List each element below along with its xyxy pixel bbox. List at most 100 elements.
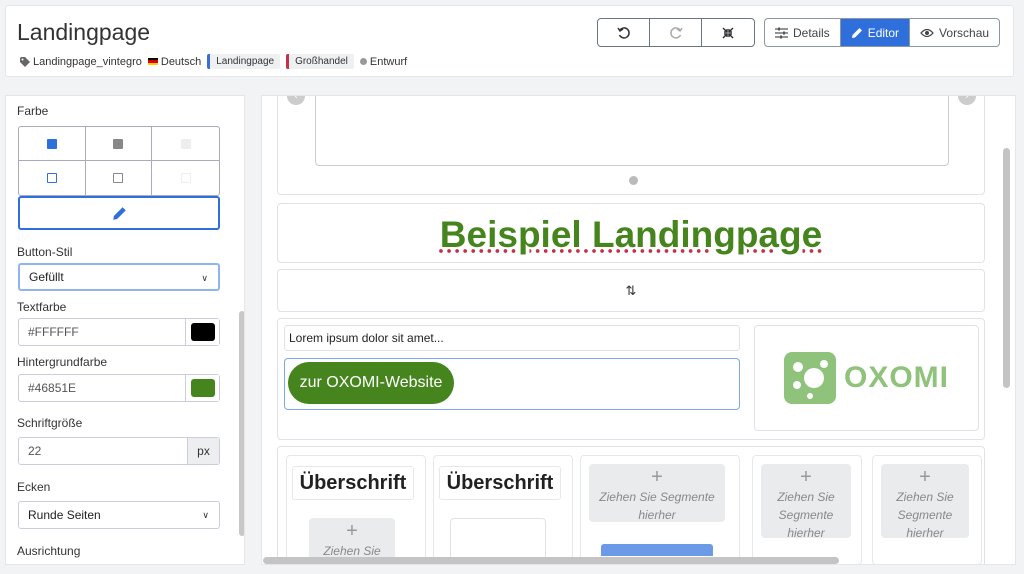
pencil-icon xyxy=(851,27,862,38)
pencil-icon xyxy=(112,206,126,220)
cta-button[interactable]: zur OXOMI-Website xyxy=(288,362,454,404)
editor-label: Editor xyxy=(867,25,900,40)
bg-color-swatch[interactable] xyxy=(185,375,219,401)
undo-icon xyxy=(616,26,630,39)
project-tag-label: Landingpage_vintegro xyxy=(33,55,142,68)
corners-label: Ecken xyxy=(17,480,51,494)
button-segment[interactable]: zur OXOMI-Website xyxy=(284,358,740,410)
swatch-gray-outline[interactable] xyxy=(86,161,153,195)
plus-icon: + xyxy=(919,466,931,488)
alignment-control[interactable] xyxy=(18,564,220,565)
button-style-select[interactable]: Gefüllt ∨ xyxy=(18,263,220,291)
swatch-gray-filled[interactable] xyxy=(85,127,153,161)
color-palette xyxy=(18,126,220,196)
font-size-unit: px xyxy=(187,438,219,464)
collapse-icon xyxy=(722,26,734,39)
chevron-down-icon: ∨ xyxy=(202,510,209,520)
canvas-horizontal-scrollbar[interactable] xyxy=(263,557,839,564)
fullscreen-button[interactable] xyxy=(702,19,754,46)
carousel-block[interactable]: ‹ › xyxy=(277,96,985,195)
editor-canvas: ‹ › Beispiel Landingpage ⇅ Lorem ipsum d… xyxy=(261,95,1016,565)
column-3-button-segment[interactable] xyxy=(601,544,713,556)
columns-block[interactable]: Überschrift + Ziehen Sie Überschrift + Z… xyxy=(277,446,985,564)
plus-icon: + xyxy=(346,520,358,542)
status-dot-icon xyxy=(359,58,367,65)
corners-value: Runde Seiten xyxy=(28,508,101,522)
tag-pill-grosshandel[interactable]: Großhandel xyxy=(286,54,354,69)
font-size-value: 22 xyxy=(28,444,42,458)
page-header: Landingpage Landingpage_vintegro Deutsch… xyxy=(5,5,1014,77)
image-segment[interactable]: OXOMI xyxy=(754,325,979,431)
details-label: Details xyxy=(793,25,830,40)
column-1-title[interactable]: Überschrift xyxy=(292,466,414,500)
swatch-light-filled[interactable] xyxy=(152,127,219,161)
text-color-value: #FFFFFF xyxy=(28,325,79,339)
text-color-swatch[interactable] xyxy=(185,319,219,345)
swatch-blue-filled[interactable] xyxy=(19,127,86,161)
tag-icon xyxy=(20,56,30,67)
headline-text: Beispiel Landingpage xyxy=(278,214,984,256)
content-row-block[interactable]: Lorem ipsum dolor sit amet... zur OXOMI-… xyxy=(277,318,985,440)
button-style-value: Gefüllt xyxy=(29,270,64,284)
undo-button[interactable] xyxy=(598,19,650,46)
plus-icon: + xyxy=(651,466,663,488)
alignment-label: Ausrichtung xyxy=(17,544,81,558)
language-tag[interactable]: Deutsch xyxy=(147,55,202,68)
page-title: Landingpage xyxy=(17,19,151,45)
sliders-icon xyxy=(775,27,788,38)
logo-text: OXOMI xyxy=(843,361,949,394)
project-tag[interactable]: Landingpage_vintegro xyxy=(20,56,142,68)
color-label: Farbe xyxy=(17,104,49,118)
swatch-light-outline[interactable] xyxy=(152,161,219,195)
history-toolbar xyxy=(597,18,755,47)
properties-sidebar: Farbe Button-Stil Gefüllt ∨ Textfarbe #F… xyxy=(5,95,245,565)
german-flag-icon xyxy=(147,58,158,65)
custom-color-button[interactable] xyxy=(18,196,220,230)
oxomi-logo-icon xyxy=(783,352,836,404)
column-4[interactable]: + Ziehen Sie Segmente hierher xyxy=(752,455,862,564)
font-size-input[interactable]: 22 px xyxy=(18,437,220,465)
bg-color-label: Hintergrundfarbe xyxy=(17,355,108,369)
column-5-dropzone[interactable]: + Ziehen Sie Segmente hierher xyxy=(881,464,969,540)
font-size-label: Schriftgröße xyxy=(17,416,83,430)
text-color-label: Textfarbe xyxy=(17,300,67,314)
chevron-down-icon: ∨ xyxy=(201,273,208,283)
page-meta: Landingpage_vintegro Deutsch Landingpage… xyxy=(20,54,407,69)
swatch-blue-outline[interactable] xyxy=(19,161,86,195)
text-segment[interactable]: Lorem ipsum dolor sit amet... xyxy=(284,325,740,351)
text-color-input[interactable]: #FFFFFF xyxy=(18,318,220,346)
carousel-dot[interactable] xyxy=(629,176,638,185)
column-1[interactable]: Überschrift + Ziehen Sie xyxy=(286,455,426,564)
carousel-slide xyxy=(315,96,949,166)
column-2-title[interactable]: Überschrift xyxy=(439,466,561,500)
column-3-dropzone[interactable]: + Ziehen Sie Segmente hierher xyxy=(589,464,725,522)
editor-button[interactable]: Editor xyxy=(840,19,911,46)
spacer-block[interactable]: ⇅ xyxy=(277,269,985,312)
column-3[interactable]: + Ziehen Sie Segmente hierher xyxy=(580,455,740,564)
view-switcher: Details Editor Vorschau xyxy=(764,18,1001,47)
sidebar-scrollbar[interactable] xyxy=(239,311,244,536)
corners-select[interactable]: Runde Seiten ∨ xyxy=(18,501,220,529)
carousel-next-icon[interactable]: › xyxy=(958,96,976,105)
headline-value: Beispiel Landingpage xyxy=(439,214,823,255)
headline-block[interactable]: Beispiel Landingpage xyxy=(277,203,985,263)
column-5-drop-label: Ziehen Sie Segmente hierher xyxy=(896,490,954,540)
plus-icon: + xyxy=(800,466,812,488)
status-badge: Entwurf xyxy=(359,56,407,68)
column-4-dropzone[interactable]: + Ziehen Sie Segmente hierher xyxy=(761,464,851,540)
button-style-label: Button-Stil xyxy=(17,245,73,259)
bg-color-input[interactable]: #46851E xyxy=(18,374,220,402)
details-button[interactable]: Details xyxy=(765,19,841,46)
tag-pill-landingpage[interactable]: Landingpage xyxy=(207,54,281,69)
column-5[interactable]: + Ziehen Sie Segmente hierher xyxy=(872,455,982,564)
swap-vertical-icon[interactable]: ⇅ xyxy=(278,283,984,299)
language-label: Deutsch xyxy=(160,55,202,68)
column-2[interactable]: Überschrift xyxy=(433,455,573,564)
redo-button[interactable] xyxy=(650,19,702,46)
column-1-drop-label: Ziehen Sie xyxy=(323,544,381,558)
carousel-prev-icon[interactable]: ‹ xyxy=(287,96,305,105)
preview-label: Vorschau xyxy=(939,25,990,40)
preview-button[interactable]: Vorschau xyxy=(910,19,999,46)
bg-color-value: #46851E xyxy=(28,381,77,395)
canvas-vertical-scrollbar[interactable] xyxy=(1003,148,1010,388)
